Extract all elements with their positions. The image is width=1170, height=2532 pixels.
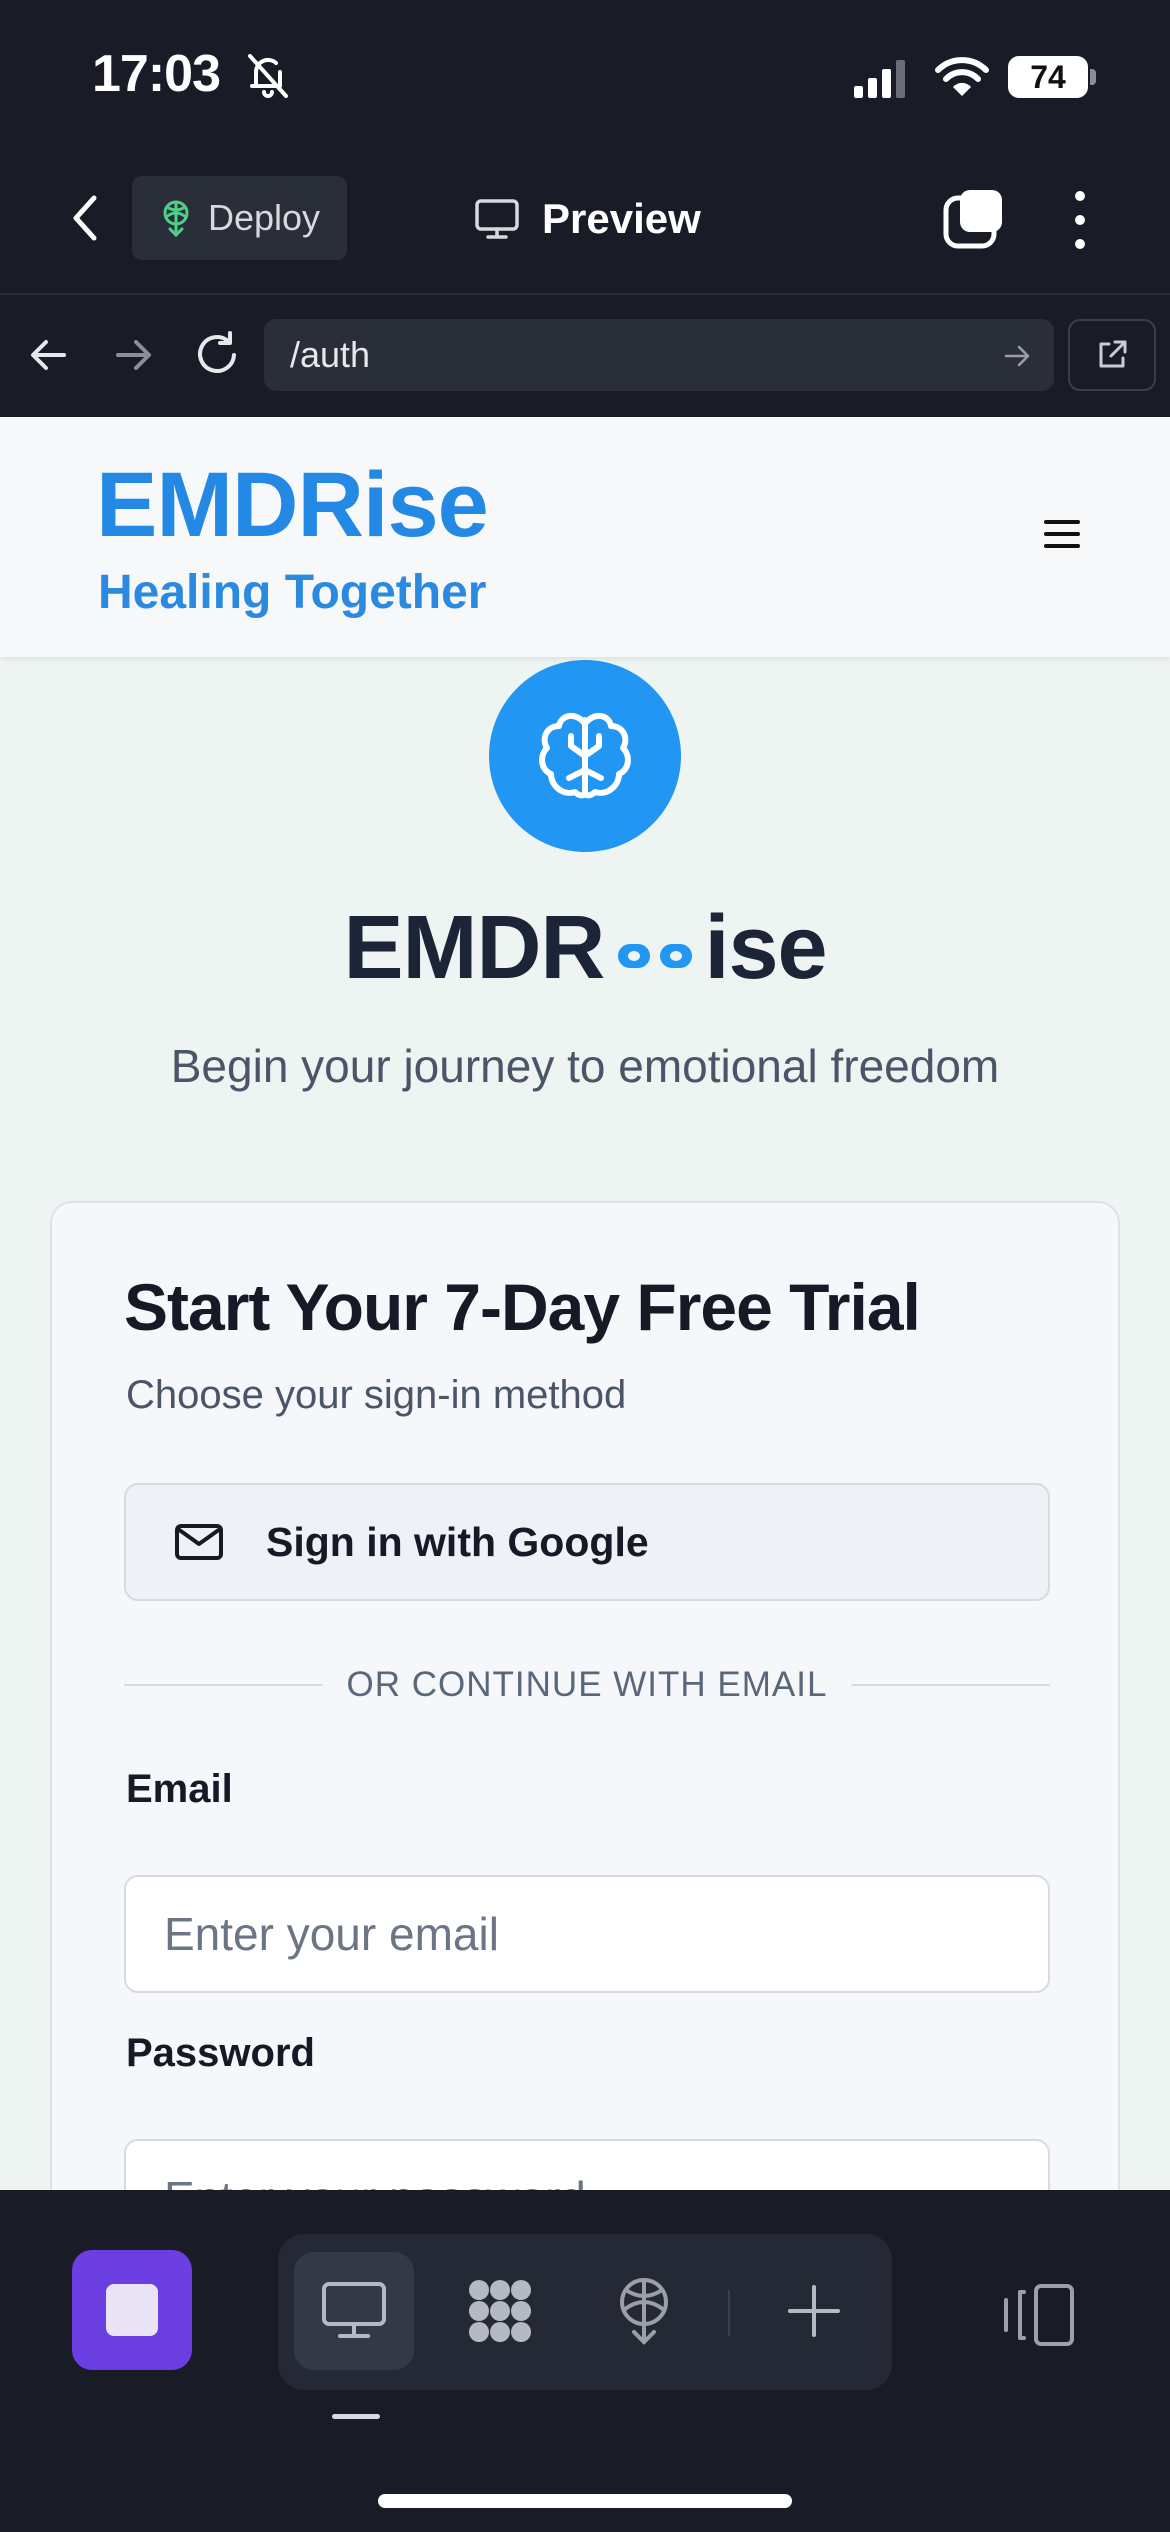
deploy-icon bbox=[163, 200, 189, 237]
app-toolbar: Deploy Preview bbox=[0, 150, 1170, 295]
hero-title-left: EMDR bbox=[343, 898, 605, 998]
browser-forward-icon[interactable] bbox=[110, 332, 156, 378]
multi-window-icon[interactable] bbox=[942, 188, 1004, 250]
bell-slash-icon bbox=[248, 54, 288, 98]
deploy-icon bbox=[620, 2278, 668, 2345]
email-field[interactable] bbox=[124, 1875, 1050, 1993]
status-bar: 17:03 74 bbox=[0, 0, 1170, 150]
open-external-button[interactable] bbox=[1068, 319, 1156, 391]
go-arrow-icon[interactable] bbox=[1002, 341, 1032, 371]
monitor-icon bbox=[475, 199, 519, 239]
password-field[interactable] bbox=[124, 2139, 1050, 2190]
site-header: EMDRise Healing Together bbox=[0, 417, 1170, 657]
stop-icon bbox=[106, 2284, 158, 2336]
preview-tab[interactable]: Preview bbox=[474, 192, 701, 246]
brand-tagline: Healing Together bbox=[98, 566, 487, 619]
password-label: Password bbox=[126, 2031, 315, 2075]
external-link-icon bbox=[1099, 340, 1127, 368]
google-sign-in-button[interactable]: Sign in with Google bbox=[124, 1483, 1050, 1601]
browser-back-icon[interactable] bbox=[26, 332, 72, 378]
card-subtitle: Choose your sign-in method bbox=[126, 1373, 627, 1417]
nodes-grid-icon bbox=[469, 2280, 531, 2342]
email-divider: OR CONTINUE WITH EMAIL bbox=[124, 1663, 1050, 1707]
wifi-icon bbox=[935, 57, 989, 96]
browser-bar: /auth bbox=[0, 297, 1170, 417]
stop-button[interactable] bbox=[72, 2250, 192, 2370]
battery-cap bbox=[1090, 69, 1096, 85]
brand-name[interactable]: EMDRise bbox=[96, 453, 489, 558]
url-text: /auth bbox=[290, 334, 371, 375]
bottom-bar bbox=[0, 2190, 1170, 2532]
brain-logo bbox=[489, 660, 681, 852]
card-title: Start Your 7-Day Free Trial bbox=[124, 1270, 921, 1344]
status-time: 17:03 bbox=[92, 45, 221, 103]
back-chevron-icon[interactable] bbox=[60, 188, 110, 248]
deploy-button[interactable]: Deploy bbox=[132, 176, 347, 260]
active-tab-indicator bbox=[332, 2414, 380, 2419]
brain-icon bbox=[539, 713, 631, 799]
monitor-icon bbox=[322, 2282, 386, 2338]
web-content: EMDRise Healing Together EMDR ise Begin … bbox=[0, 417, 1170, 2190]
mail-icon bbox=[175, 1524, 223, 1560]
hero-title: EMDR ise bbox=[0, 897, 1170, 1000]
deploy-label: Deploy bbox=[208, 197, 321, 238]
more-options-icon[interactable] bbox=[1060, 186, 1100, 254]
google-sign-in-label: Sign in with Google bbox=[266, 1518, 649, 1565]
battery-level: 74 bbox=[1030, 58, 1066, 95]
url-field[interactable]: /auth bbox=[264, 319, 1054, 391]
hamburger-menu-icon[interactable] bbox=[1042, 517, 1082, 551]
battery-icon: 74 bbox=[1008, 56, 1088, 98]
reload-icon[interactable] bbox=[192, 329, 242, 379]
home-indicator[interactable] bbox=[378, 2494, 792, 2508]
cellular-signal-icon bbox=[854, 60, 905, 98]
eye-dots-icon bbox=[618, 943, 693, 968]
tab-preview[interactable] bbox=[294, 2252, 414, 2370]
divider-text: OR CONTINUE WITH EMAIL bbox=[322, 1663, 852, 1707]
bottom-tab-group bbox=[278, 2234, 892, 2390]
tab-workspace[interactable] bbox=[440, 2252, 560, 2370]
preview-label: Preview bbox=[542, 195, 701, 242]
auth-card: Start Your 7-Day Free Trial Choose your … bbox=[50, 1201, 1120, 2190]
hero-title-right: ise bbox=[704, 898, 827, 998]
tab-add[interactable] bbox=[754, 2252, 874, 2370]
email-label: Email bbox=[126, 1767, 233, 1811]
hero-subtitle: Begin your journey to emotional freedom bbox=[170, 1040, 1000, 1092]
tab-separator bbox=[728, 2290, 730, 2336]
split-layout-icon[interactable] bbox=[998, 2280, 1078, 2350]
plus-icon bbox=[788, 2285, 840, 2337]
tab-deploy[interactable] bbox=[584, 2252, 704, 2370]
